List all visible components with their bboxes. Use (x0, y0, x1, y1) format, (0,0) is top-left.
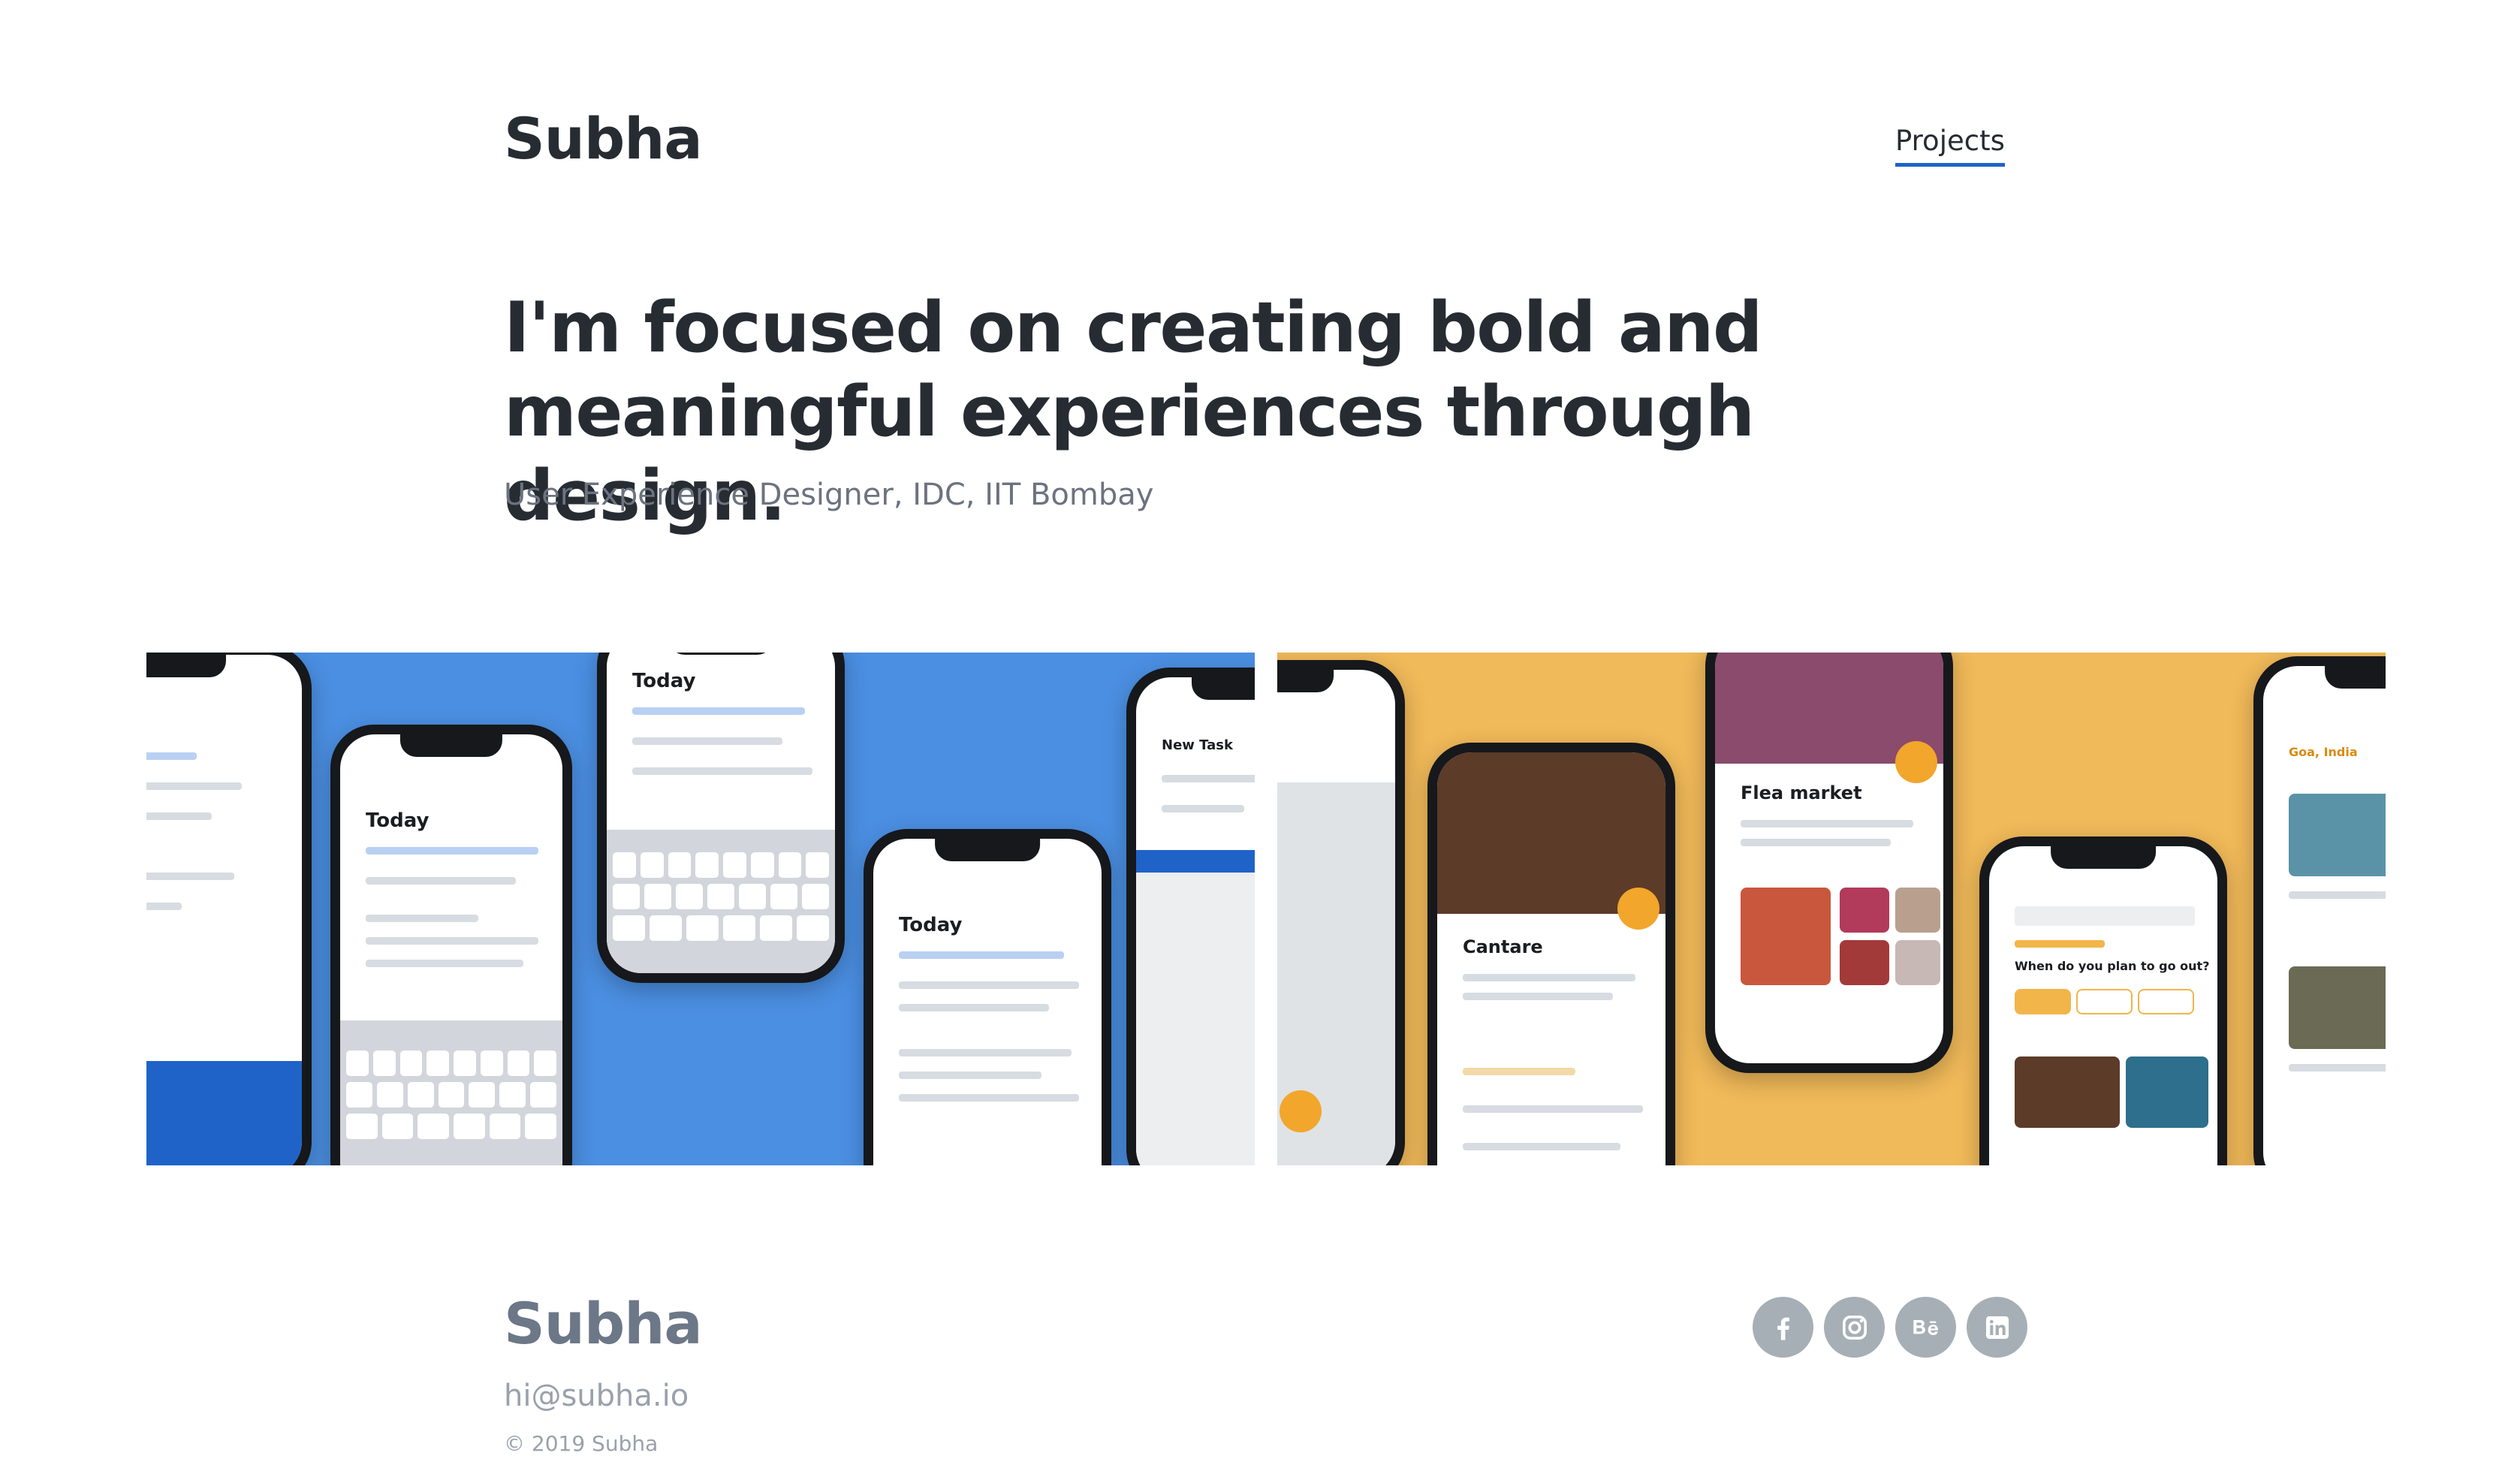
facebook-icon[interactable] (1753, 1297, 1813, 1358)
phone-mockup: Flea market (1705, 653, 1953, 1073)
instagram-icon[interactable] (1824, 1297, 1885, 1358)
phone-mockup: Cantare (1427, 743, 1675, 1165)
screen-title: Today (632, 670, 696, 692)
hero-subtitle: User Experience Designer, IDC, IIT Bomba… (504, 478, 1154, 512)
phone-mockup: Today (597, 653, 845, 983)
screen-title: New Task (1162, 737, 1233, 753)
screen-title: Today (366, 809, 430, 832)
linkedin-icon[interactable] (1967, 1297, 2027, 1358)
phone-mockup: When do you plan to go out? (1979, 836, 2227, 1165)
phone-mockup: Today (330, 725, 572, 1165)
footer-email-link[interactable]: hi@subha.io (504, 1379, 689, 1413)
project-card-travel[interactable]: Cantare Flea market When do you plan to … (1277, 653, 2386, 1165)
footer-logo[interactable]: Subha (504, 1290, 703, 1357)
screen-title: Goa, India (2289, 745, 2358, 759)
phone-mockup (146, 653, 312, 1165)
phone-mockup: Today (864, 829, 1111, 1165)
phone-mockup: Goa, India (2253, 656, 2386, 1165)
phone-mockup: New Task (1126, 668, 1255, 1165)
project-card-todo[interactable]: Today Today Today New Task (146, 653, 1255, 1165)
nav-link-projects[interactable]: Projects (1895, 125, 2005, 167)
screen-title: Today (899, 914, 963, 936)
phone-mockup (1277, 660, 1405, 1165)
site-logo[interactable]: Subha (504, 105, 703, 172)
screen-title: Flea market (1741, 782, 1862, 803)
footer-copyright: © 2019 Subha (504, 1431, 659, 1456)
social-links (1753, 1297, 2027, 1358)
screen-title: Cantare (1463, 936, 1543, 957)
behance-icon[interactable] (1895, 1297, 1956, 1358)
screen-title: When do you plan to go out? (2015, 959, 2210, 973)
